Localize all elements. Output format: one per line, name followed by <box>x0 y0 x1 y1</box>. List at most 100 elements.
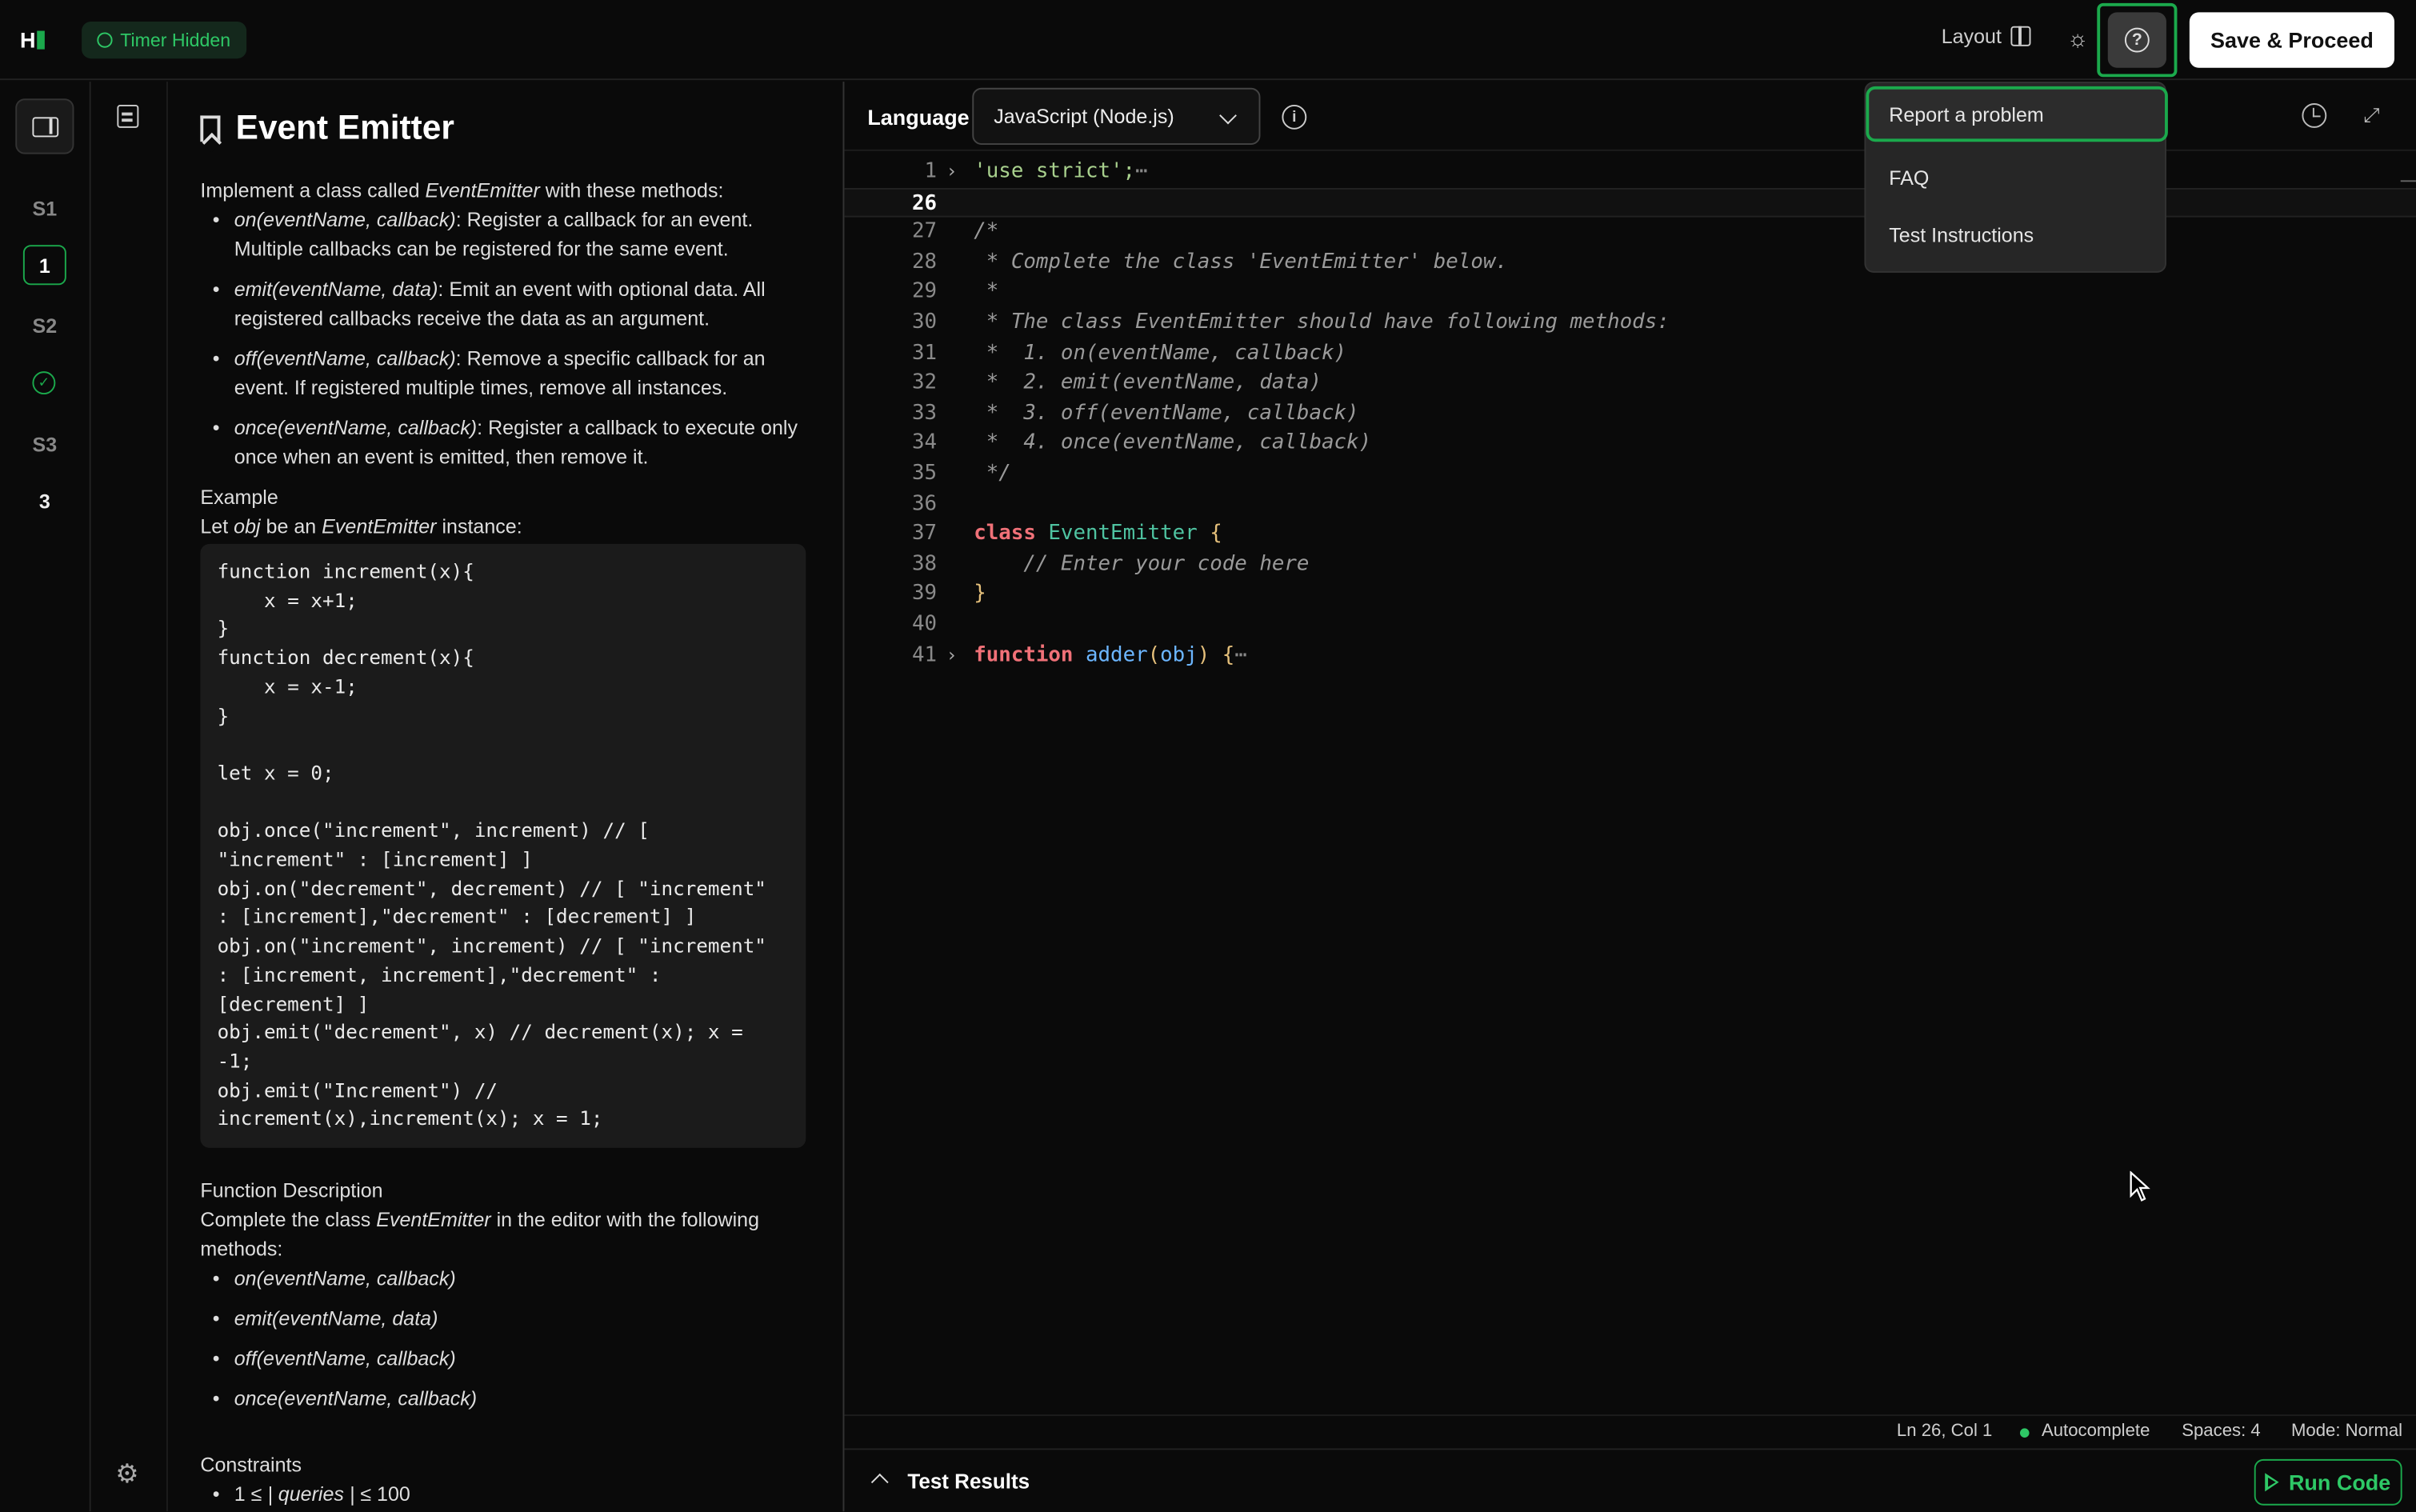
line-number: 30 <box>911 311 938 334</box>
example-class: EventEmitter <box>322 514 437 538</box>
code-line[interactable]: 30 * The class EventEmitter should have … <box>844 308 2416 338</box>
code-line[interactable]: 35 */ <box>844 459 2416 490</box>
code-text: */ <box>974 459 1011 490</box>
menu-item-test-instructions[interactable]: Test Instructions <box>1866 206 2167 262</box>
info-icon[interactable]: i <box>1282 104 1307 130</box>
question-1-button[interactable]: 1 <box>22 245 66 286</box>
line-number: 37 <box>911 522 938 546</box>
list-item: 1 ≤ | queries | ≤ 100 <box>213 1479 809 1509</box>
gear-icon[interactable]: ⚙ <box>114 1461 141 1487</box>
code-line[interactable]: 1 › 'use strict';⋯ <box>844 157 2416 187</box>
panel-icon <box>31 116 58 137</box>
code-line[interactable]: 38 // Enter your code here <box>844 550 2416 580</box>
code-token: { <box>1210 522 1222 546</box>
list-item: on(eventName, callback): Register a call… <box>213 205 809 263</box>
code-token: adder <box>1085 643 1148 667</box>
sidebar-toggle-button[interactable] <box>15 98 74 154</box>
mode-setting[interactable]: Mode: Normal <box>2291 1422 2402 1441</box>
list-item: once(eventName, callback): Register a ca… <box>213 413 809 471</box>
example-instance: instance: <box>436 514 522 538</box>
hackerrank-logo: H <box>20 23 57 57</box>
section-label-s1: S1 <box>32 197 58 221</box>
example-intro: Let obj be an EventEmitter instance: <box>200 511 809 541</box>
code-line[interactable]: 29 * <box>844 278 2416 308</box>
test-results-bar[interactable]: Test Results Run Code <box>844 1448 2416 1511</box>
constraint-pre: 1 ≤ <box>234 1482 268 1506</box>
method-signature: emit(eventName, data) <box>234 277 438 301</box>
layout-icon <box>2010 26 2031 46</box>
example-obj: obj <box>234 514 261 538</box>
fd-method: emit(eventName, data) <box>234 1306 438 1330</box>
code-line[interactable]: 39} <box>844 580 2416 610</box>
help-button[interactable]: ? <box>2097 2 2178 78</box>
code-line[interactable]: 41 › function adder(obj) {⋯ <box>844 640 2416 670</box>
code-token: ) <box>1197 643 1210 667</box>
language-select[interactable]: JavaScript (Node.js) <box>972 87 1261 146</box>
spaces-setting[interactable]: Spaces: 4 <box>2182 1422 2261 1441</box>
status-bar: Ln 26, Col 1 Autocomplete Spaces: 4 Mode… <box>844 1414 2416 1448</box>
code-line[interactable]: 32 * 2. emit(eventName, data) <box>844 369 2416 399</box>
list-item: on(eventName, callback) <box>213 1263 809 1293</box>
code-line[interactable]: 27 /* <box>844 218 2416 248</box>
line-number: 35 <box>911 462 938 486</box>
history-icon[interactable] <box>2302 103 2327 128</box>
fd-method: once(eventName, callback) <box>234 1386 478 1410</box>
code-line[interactable]: 34 * 4. once(eventName, callback) <box>844 429 2416 459</box>
sun-icon[interactable]: ☼ <box>2066 28 2090 51</box>
line-number: 28 <box>911 250 938 274</box>
code-line[interactable]: 33 * 3. off(eventName, callback) <box>844 398 2416 429</box>
fd-class: EventEmitter <box>376 1208 491 1231</box>
section-label-s3: S3 <box>32 433 58 457</box>
bookmark-icon[interactable] <box>200 114 221 142</box>
line-number: 32 <box>911 371 938 395</box>
test-results-label: Test Results <box>907 1470 1030 1494</box>
code-token: ⋯ <box>1234 643 1247 667</box>
code-editor-panel: Language JavaScript (Node.js) i ⤢ 1 › 'use… <box>842 82 2416 1512</box>
code-token: ⋯ <box>1135 160 1148 184</box>
code-line[interactable]: 36 <box>844 490 2416 520</box>
logo-letter: H <box>20 27 36 53</box>
menu-item-report-problem[interactable]: Report a problem <box>1866 86 2168 142</box>
question-navigator: S1 1 S2 ✓ S3 3 <box>0 82 91 1512</box>
code-area[interactable]: 1 ›'use strict';⋯ 26 27/* 28 * Complete the … <box>844 151 2416 1414</box>
check-circle-icon[interactable]: ✓ <box>32 371 56 395</box>
code-line[interactable]: 28 * Complete the class 'EventEmitter' b… <box>844 248 2416 278</box>
autocomplete-toggle[interactable]: Autocomplete <box>2042 1422 2150 1441</box>
code-token: obj <box>1160 643 1198 667</box>
code-line[interactable]: 31 * 1. on(eventName, callback) <box>844 338 2416 369</box>
menu-item-faq[interactable]: FAQ <box>1866 150 2167 205</box>
document-icon[interactable] <box>117 104 139 128</box>
expand-icon[interactable]: ⤢ <box>2363 105 2383 125</box>
code-token: class <box>974 522 1036 546</box>
cursor-position: Ln 26, Col 1 <box>1896 1422 1993 1441</box>
mouse-cursor-icon <box>2130 1170 2150 1202</box>
code-line[interactable]: 40 <box>844 610 2416 641</box>
example-heading: Example <box>200 485 278 509</box>
timer-toggle[interactable]: Timer Hidden <box>82 21 246 59</box>
problem-title: Event Emitter <box>200 108 454 148</box>
list-item: once(eventName, callback) <box>213 1384 809 1414</box>
code-text: 'use strict';⋯ <box>974 157 1147 187</box>
save-and-proceed-button[interactable]: Save & Proceed <box>2189 12 2395 68</box>
list-item: emit(eventName, data) <box>213 1304 809 1334</box>
layout-button[interactable]: Layout <box>1942 25 2031 48</box>
intro-suffix: with these methods: <box>539 178 724 202</box>
code-text: class EventEmitter { <box>974 519 1222 550</box>
code-line[interactable]: 37 class EventEmitter { <box>844 519 2416 550</box>
problem-title-text: Event Emitter <box>235 107 454 146</box>
fold-chevron-icon[interactable]: › <box>946 640 958 670</box>
code-text: * 2. emit(eventName, data) <box>974 369 1322 399</box>
fold-chevron-icon[interactable]: › <box>946 157 958 187</box>
fd-method: off(eventName, callback) <box>234 1346 456 1370</box>
code-line[interactable]: 26 <box>844 187 2416 218</box>
code-text: /* <box>974 218 998 248</box>
code-token: EventEmitter <box>1048 522 1198 546</box>
question-3-button[interactable]: 3 <box>23 481 66 521</box>
method-signature: on(eventName, callback) <box>234 208 456 231</box>
run-code-button[interactable]: Run Code <box>2254 1458 2402 1506</box>
code-token: ( <box>1147 643 1161 667</box>
chevron-down-icon <box>1219 106 1237 125</box>
